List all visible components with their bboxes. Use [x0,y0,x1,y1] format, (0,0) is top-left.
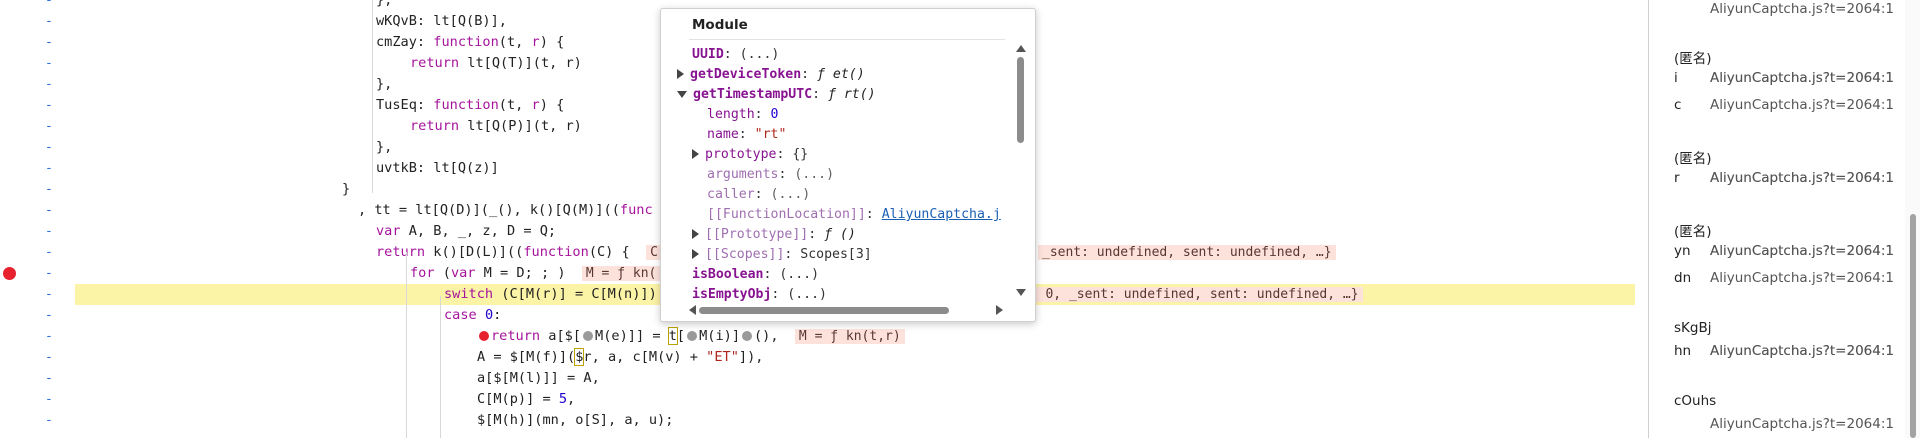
property-row[interactable]: arguments: (...) [707,165,834,185]
popover-horizontal-scroll-thumb[interactable] [699,307,949,314]
collapsed-triangle-icon[interactable] [677,69,684,79]
code-line[interactable]: for (var M = D; ; ) M = ƒ kn( [410,263,661,284]
line-number-placeholder[interactable]: - [45,95,53,116]
code-line[interactable]: A = $[M(f)]($r, a, c[M(v) + "ET"]), [477,347,763,368]
code-line[interactable]: return k()[D(L)]((function(C) { C [376,242,662,263]
code-line[interactable]: switch (C[M(r)] = C[M(n)]) [444,284,657,305]
call-frame-name[interactable]: c [1674,97,1681,113]
call-frame-location[interactable]: AliyunCaptcha.js?t=2064:1 [1710,97,1894,113]
source-editor[interactable]: --------------------- }, wKQvB: lt[Q(B)],… [0,0,1648,438]
line-number-placeholder[interactable]: - [45,305,53,326]
line-number-placeholder[interactable]: - [45,263,53,284]
breakpoint-marker-icon[interactable] [3,267,16,280]
line-number-placeholder[interactable]: - [45,389,53,410]
line-number-placeholder[interactable]: - [45,326,53,347]
call-frame-location[interactable]: AliyunCaptcha.js?t=2064:1 [1710,416,1894,432]
inline-value-preview: _sent: undefined, sent: undefined, …} [1038,242,1336,263]
property-row[interactable]: [[Prototype]]: ƒ () [692,225,856,245]
code-line[interactable]: } [342,179,350,200]
line-number-placeholder[interactable]: - [45,74,53,95]
code-line[interactable]: case 0: [444,305,501,326]
scroll-right-arrow-icon[interactable] [996,305,1003,315]
popover-title: Module [692,17,748,33]
inline-value-preview: t: 0, _sent: undefined, sent: undefined,… [1018,284,1363,305]
collapsed-triangle-icon[interactable] [692,149,699,159]
call-frame-name[interactable]: (匿名) [1674,220,1712,240]
line-number-placeholder[interactable]: - [45,347,53,368]
property-row[interactable]: getDeviceToken: ƒ et() [677,65,865,85]
line-number-placeholder[interactable]: - [45,410,53,431]
line-number-placeholder[interactable]: - [45,0,53,11]
property-row[interactable]: caller: (...) [707,185,810,205]
line-number-placeholder[interactable]: - [45,158,53,179]
code-line[interactable]: var A, B, _, z, D = Q; [376,221,556,242]
code-line[interactable]: return lt[Q(T)](t, r) [410,53,582,74]
collapsed-triangle-icon[interactable] [692,249,699,259]
call-frame-name[interactable]: (匿名) [1674,147,1712,167]
property-row[interactable]: getTimestampUTC: ƒ rt() [677,85,876,105]
call-frame-name[interactable]: sKgBj [1674,320,1711,336]
line-number-placeholder[interactable]: - [45,32,53,53]
call-frame-name[interactable]: cOuhs [1674,393,1716,409]
code-line[interactable]: wKQvB: lt[Q(B)], [376,11,507,32]
line-number-placeholder[interactable]: - [45,368,53,389]
line-gutter[interactable]: --------------------- [0,0,72,438]
call-frame-location[interactable]: AliyunCaptcha.js?t=2064:1 [1710,343,1894,359]
call-stack-scroll-thumb[interactable] [1910,214,1916,438]
call-frame-name[interactable]: (匿名) [1674,47,1712,67]
indent-guide [440,296,441,438]
call-stack-panel[interactable]: AliyunCaptcha.js?t=2064:1 (匿名) AliyunCaptc… [1650,0,1905,438]
code-line[interactable]: a[$[M(l)]] = A, [477,368,600,389]
code-line[interactable]: }, [376,0,392,11]
property-row[interactable]: isBoolean: (...) [692,265,819,285]
property-row[interactable]: [[FunctionLocation]]: AliyunCaptcha.j [707,205,1001,225]
call-frame-name[interactable]: i [1674,70,1678,86]
call-frame-name[interactable]: yn [1674,243,1691,259]
line-number-placeholder[interactable]: - [45,284,53,305]
code-line[interactable]: return a[$[M(e)]] = t[M(i)] (), M = ƒ kn(… [477,326,905,347]
code-line[interactable]: $[M(h)](mn, o[S], a, u); [477,410,673,431]
code-line[interactable]: TusEq: function(t, r) { [376,95,564,116]
code-line[interactable]: }, [376,137,392,158]
property-row[interactable]: prototype: {} [692,145,808,165]
indent-guide [372,0,373,193]
code-line[interactable]: uvtkB: lt[Q(z)] [376,158,499,179]
code-line[interactable]: return lt[Q(P)](t, r) [410,116,582,137]
line-number-placeholder[interactable]: - [45,221,53,242]
line-number-placeholder[interactable]: - [45,116,53,137]
collapsed-triangle-icon[interactable] [692,229,699,239]
call-frame-name[interactable]: r [1674,170,1680,186]
code-line[interactable]: C[M(p)] = 5, [477,389,575,410]
code-line[interactable]: , tt = lt[Q(D)](_(), k()[Q(M)]((func [358,200,653,221]
line-number-placeholder[interactable]: - [45,53,53,74]
code-line[interactable]: cmZay: function(t, r) { [376,32,564,53]
property-row[interactable]: isEmptyObj: (...) [692,285,827,305]
call-frame-name[interactable]: dn [1674,270,1691,286]
call-frame-location[interactable]: AliyunCaptcha.js?t=2064:1 [1710,170,1894,186]
property-row[interactable]: [[Scopes]]: Scopes[3] [692,245,872,265]
code-line[interactable]: }, [376,74,392,95]
property-row[interactable]: UUID: (...) [692,45,779,65]
call-frame-location[interactable]: AliyunCaptcha.js?t=2064:1 [1710,270,1894,286]
line-number-placeholder[interactable]: - [45,200,53,221]
line-number-placeholder[interactable]: - [45,11,53,32]
scroll-down-arrow-icon[interactable] [1016,289,1026,296]
scroll-left-arrow-icon[interactable] [689,305,696,315]
line-number-placeholder[interactable]: - [45,179,53,200]
line-number-placeholder[interactable]: - [45,242,53,263]
call-frame-location[interactable]: AliyunCaptcha.js?t=2064:1 [1710,1,1894,17]
popover-divider [689,39,1005,40]
variable-preview-popover[interactable]: Module UUID: (...) getDeviceToken: ƒ et()… [660,8,1036,322]
scroll-up-arrow-icon[interactable] [1016,45,1026,52]
call-frame-location[interactable]: AliyunCaptcha.js?t=2064:1 [1710,243,1894,259]
call-frame-name[interactable]: hn [1674,343,1691,359]
popover-vertical-scroll-thumb[interactable] [1017,57,1024,143]
indent-guide [406,252,407,438]
call-frame-location[interactable]: AliyunCaptcha.js?t=2064:1 [1710,70,1894,86]
property-row[interactable]: name: "rt" [707,125,786,145]
panel-divider[interactable] [1648,0,1649,438]
line-number-placeholder[interactable]: - [45,137,53,158]
expanded-triangle-icon[interactable] [677,90,687,98]
property-row[interactable]: length: 0 [707,105,778,125]
